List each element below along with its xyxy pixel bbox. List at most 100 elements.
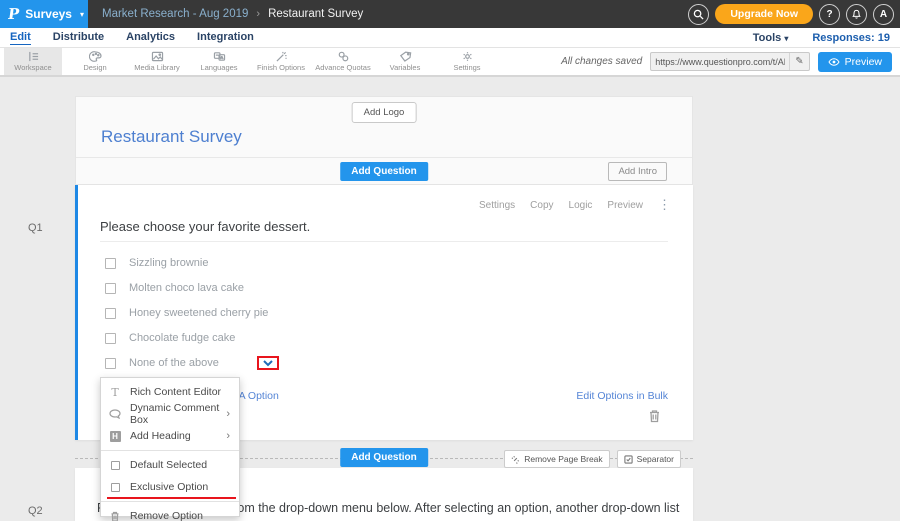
survey-url-field: ✎: [650, 52, 809, 71]
comment-bubble-icon: [109, 409, 121, 419]
add-question-band: Add Question Add Intro: [76, 157, 692, 184]
survey-canvas: Q1 Q2 Add Logo Restaurant Survey Add Que…: [0, 77, 900, 521]
toolbar-item-media-library[interactable]: Media Library: [128, 48, 186, 75]
header-actions: Upgrade Now ? A: [688, 0, 894, 28]
tools-label: Tools: [753, 32, 782, 44]
tag-icon: [399, 51, 412, 62]
design-palette-icon: [89, 51, 102, 62]
tab-edit[interactable]: Edit: [10, 31, 31, 45]
option-checkbox[interactable]: [105, 358, 116, 369]
menu-separator: [101, 501, 239, 502]
toolbar-label: Settings: [453, 63, 480, 72]
upgrade-now-button[interactable]: Upgrade Now: [715, 4, 813, 24]
gear-icon: [461, 51, 474, 62]
menu-item-label: Default Selected: [130, 459, 207, 471]
surveys-menu-label: Surveys: [25, 7, 72, 21]
question-copy-link[interactable]: Copy: [530, 200, 553, 211]
option-label[interactable]: Chocolate fudge cake: [129, 332, 235, 344]
top-header: P Surveys ▾ Market Research - Aug 2019 ›…: [0, 0, 900, 28]
survey-header-card: Add Logo Restaurant Survey Add Question …: [75, 96, 693, 185]
question-preview-link[interactable]: Preview: [607, 200, 643, 211]
avatar[interactable]: A: [873, 4, 894, 25]
search-button[interactable]: [688, 4, 709, 25]
menu-item-label: Rich Content Editor: [130, 386, 221, 398]
toolbar-item-design[interactable]: Design: [66, 48, 124, 75]
option-checkbox[interactable]: [105, 308, 116, 319]
survey-editor-page: P Surveys ▾ Market Research - Aug 2019 ›…: [0, 0, 900, 521]
search-icon: [693, 9, 704, 20]
toolbar-label: Variables: [390, 63, 421, 72]
answer-option-row[interactable]: Molten choco lava cake: [105, 282, 244, 294]
page-break-controls: Remove Page Break Separator: [504, 450, 681, 468]
notifications-button[interactable]: [846, 4, 867, 25]
toolbar-label: Workspace: [14, 63, 51, 72]
question-divider: [100, 241, 668, 242]
question-logic-link[interactable]: Logic: [569, 200, 593, 211]
tab-integration[interactable]: Integration: [197, 31, 254, 44]
question-text-q1[interactable]: Please choose your favorite dessert.: [100, 219, 310, 234]
responses-count-link[interactable]: Responses: 19: [812, 32, 890, 44]
main-nav: Edit Distribute Analytics Integration To…: [0, 28, 900, 48]
nav-right: Tools ▾ Responses: 19: [753, 32, 890, 44]
toolbar-item-variables[interactable]: Variables: [376, 48, 434, 75]
menu-item-add-heading[interactable]: H Add Heading ›: [101, 425, 239, 447]
menu-separator: [101, 450, 239, 451]
answer-option-row[interactable]: None of the above: [105, 356, 279, 370]
option-label[interactable]: None of the above: [129, 357, 219, 369]
toolbar-item-finish-options[interactable]: Finish Options: [252, 48, 310, 75]
add-question-button-top[interactable]: Add Question: [340, 162, 428, 181]
eye-icon: [828, 58, 840, 66]
add-question-button-middle[interactable]: Add Question: [340, 448, 428, 467]
option-label[interactable]: Molten choco lava cake: [129, 282, 244, 294]
menu-item-default-selected[interactable]: Default Selected: [101, 454, 239, 476]
menu-item-remove-option[interactable]: Remove Option: [101, 505, 239, 521]
add-logo-button[interactable]: Add Logo: [352, 102, 417, 123]
option-menu-annotation-box: [257, 356, 279, 370]
option-checkbox[interactable]: [105, 258, 116, 269]
media-image-icon: [151, 51, 164, 62]
menu-item-rich-content-editor[interactable]: T Rich Content Editor: [101, 381, 239, 403]
menu-item-exclusive-option[interactable]: Exclusive Option: [101, 476, 239, 498]
tab-analytics[interactable]: Analytics: [126, 31, 175, 44]
option-label[interactable]: Honey sweetened cherry pie: [129, 307, 268, 319]
preview-button[interactable]: Preview: [818, 52, 892, 72]
option-checkbox[interactable]: [105, 333, 116, 344]
toolbar-item-languages[interactable]: Languages: [190, 48, 248, 75]
option-label[interactable]: Sizzling brownie: [129, 257, 208, 269]
question-settings-link[interactable]: Settings: [479, 200, 515, 211]
separator-button[interactable]: Separator: [617, 450, 681, 468]
survey-title[interactable]: Restaurant Survey: [101, 127, 242, 147]
answer-option-row[interactable]: Honey sweetened cherry pie: [105, 307, 268, 319]
question-actions: Settings Copy Logic Preview ⋮: [479, 197, 671, 213]
toolbar-item-advance-quotas[interactable]: Advance Quotas: [314, 48, 372, 75]
autosave-status: All changes saved: [561, 56, 642, 67]
breadcrumb-parent-link[interactable]: Market Research - Aug 2019: [102, 8, 248, 20]
separator-label: Separator: [637, 454, 674, 464]
add-intro-button[interactable]: Add Intro: [608, 162, 667, 181]
breadcrumb-separator-icon: ›: [256, 8, 260, 20]
breadcrumb: Market Research - Aug 2019 › Restaurant …: [102, 8, 363, 20]
edit-url-icon[interactable]: ✎: [789, 53, 808, 70]
broken-link-icon: [511, 455, 520, 464]
toolbar-item-settings[interactable]: Settings: [438, 48, 496, 75]
option-checkbox[interactable]: [105, 283, 116, 294]
toolbar-label: Media Library: [134, 63, 179, 72]
tools-dropdown[interactable]: Tools ▾: [753, 32, 789, 44]
kebab-menu-icon[interactable]: ⋮: [658, 197, 671, 213]
surveys-menu-button[interactable]: P Surveys ▾: [0, 0, 88, 28]
edit-options-in-bulk-link[interactable]: Edit Options in Bulk: [576, 390, 668, 402]
chevron-down-icon[interactable]: [262, 359, 274, 367]
help-button[interactable]: ?: [819, 4, 840, 25]
menu-item-dynamic-comment-box[interactable]: Dynamic Comment Box ›: [101, 403, 239, 425]
survey-url-input[interactable]: [651, 57, 789, 67]
question-number-q1: Q1: [28, 222, 43, 234]
submenu-arrow-icon: ›: [226, 408, 230, 420]
answer-option-row[interactable]: Sizzling brownie: [105, 257, 208, 269]
exclusive-option-annotation-underline: [107, 497, 236, 499]
answer-option-row[interactable]: Chocolate fudge cake: [105, 332, 235, 344]
breadcrumb-current: Restaurant Survey: [268, 8, 363, 20]
delete-question-button[interactable]: [648, 409, 661, 428]
toolbar-item-workspace[interactable]: Workspace: [4, 48, 62, 75]
remove-page-break-button[interactable]: Remove Page Break: [504, 450, 609, 468]
tab-distribute[interactable]: Distribute: [53, 31, 104, 44]
